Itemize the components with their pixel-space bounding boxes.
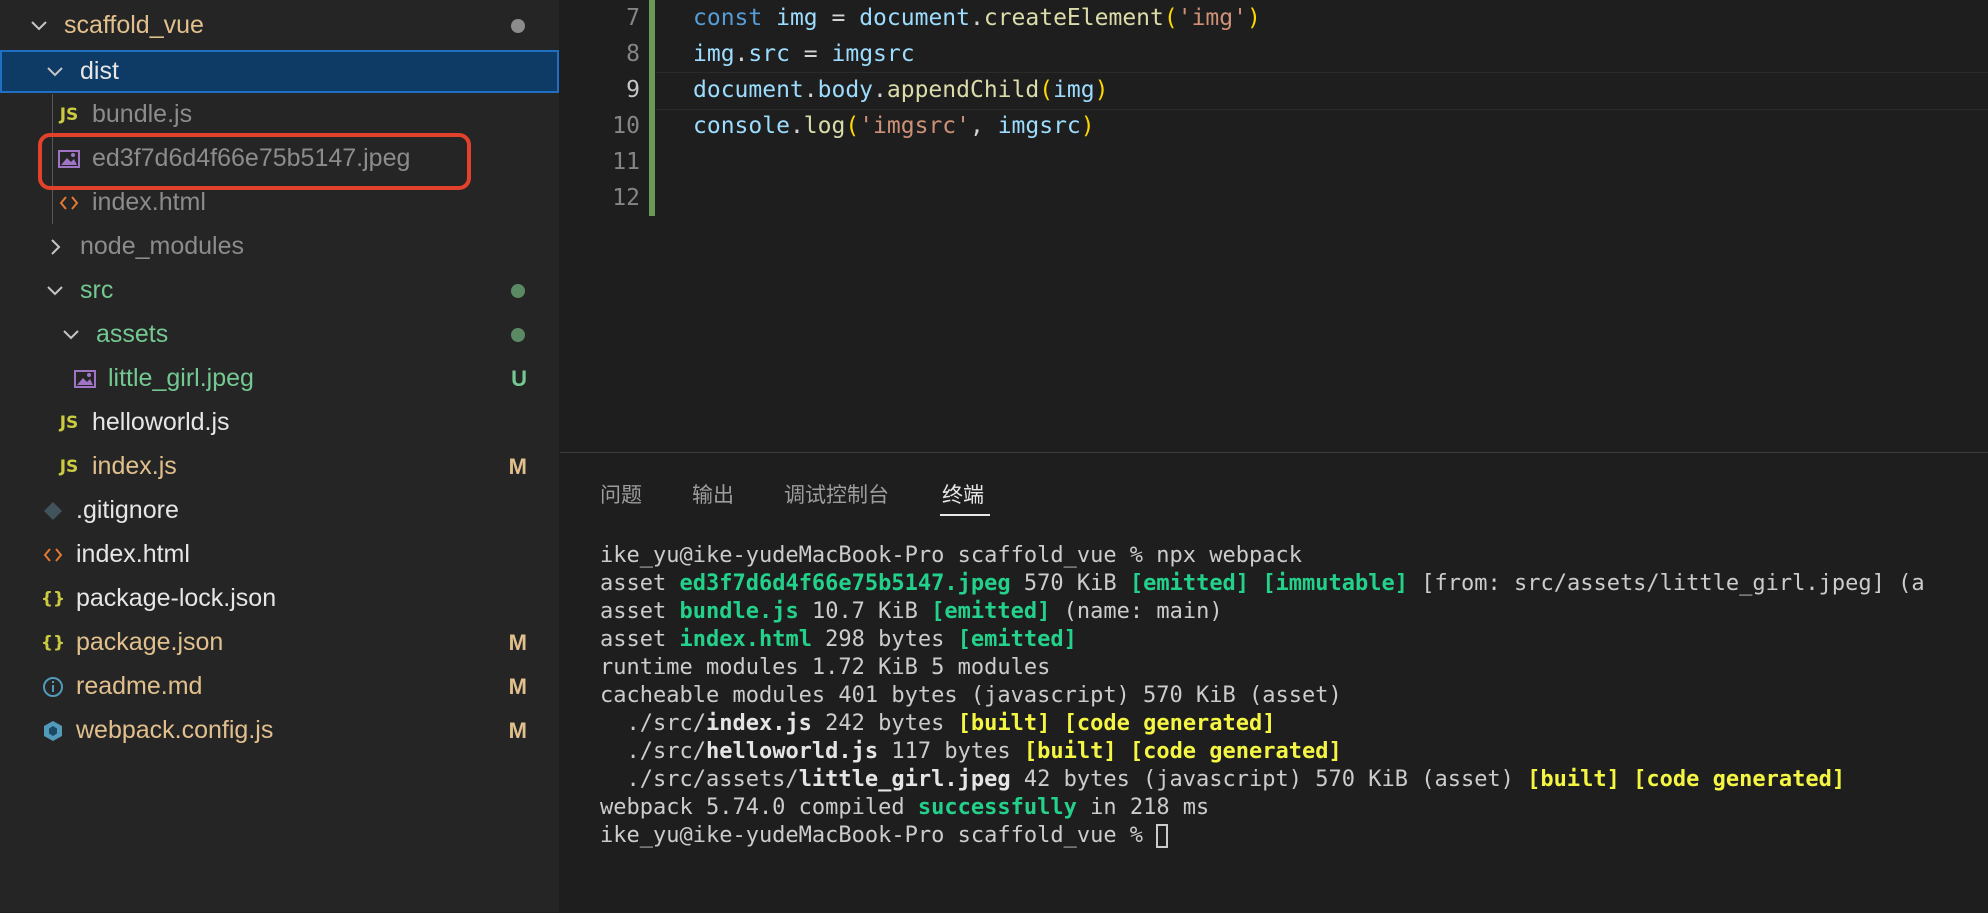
tree-item-label: webpack.config.js: [76, 716, 274, 744]
untracked-dot-icon: [511, 283, 525, 298]
code-line: 12: [560, 180, 640, 216]
js-file-icon: JS: [59, 456, 79, 477]
tree-file-index-js[interactable]: JS index.js M: [0, 445, 559, 488]
git-status-badge: M: [508, 673, 527, 699]
tab-terminal[interactable]: 终端: [942, 479, 984, 509]
tree-item-label: bundle.js: [92, 100, 193, 128]
tree-folder-node-modules[interactable]: node_modules: [0, 225, 559, 268]
code-line: 9 document.body.appendChild(img): [560, 72, 1108, 108]
terminal-line: webpack 5.74.0 compiled successfully in …: [600, 795, 1210, 820]
tab-debug-console[interactable]: 调试控制台: [784, 479, 889, 509]
tree-item-label: src: [80, 276, 114, 304]
tree-file-gitignore[interactable]: .gitignore: [0, 489, 559, 532]
tree-folder-assets[interactable]: assets: [0, 313, 559, 356]
terminal-line: asset bundle.js 10.7 KiB [emitted] (name…: [600, 599, 1223, 624]
html-file-icon: [58, 194, 80, 212]
terminal-cursor: [1156, 824, 1169, 848]
git-status-badge: M: [508, 717, 527, 743]
code-text: document.body.appendChild(img): [693, 77, 1109, 103]
git-gutter-added: [649, 0, 655, 216]
terminal-line: asset ed3f7d6d4f66e75b5147.jpeg 570 KiB …: [600, 571, 1925, 596]
code-editor[interactable]: 7 const img = document.createElement('im…: [560, 0, 1988, 452]
chevron-down-icon: [60, 324, 82, 346]
code-line: 8 img.src = imgsrc: [560, 36, 914, 72]
tree-file-index-html[interactable]: index.html: [0, 533, 559, 576]
tree-item-label: .gitignore: [76, 496, 179, 524]
json-file-icon: {}: [40, 588, 66, 609]
tree-file-bundle-js[interactable]: JS bundle.js: [0, 93, 559, 136]
code-line: 11: [560, 144, 640, 180]
code-text: console.log('imgsrc', imgsrc): [693, 113, 1095, 139]
tree-file-package-lock-json[interactable]: {} package-lock.json: [0, 577, 559, 620]
info-file-icon: [42, 676, 64, 698]
code-line: 10 console.log('imgsrc', imgsrc): [560, 108, 1094, 144]
tree-file-package-json[interactable]: {} package.json M: [0, 621, 559, 664]
code-text: img.src = imgsrc: [693, 41, 915, 67]
tree-item-label: index.html: [76, 540, 190, 568]
tab-problems[interactable]: 问题: [600, 479, 642, 509]
line-number: 8: [626, 41, 640, 67]
tree-folder-src[interactable]: src: [0, 269, 559, 312]
tree-item-label: index.html: [92, 188, 206, 216]
js-file-icon: JS: [59, 412, 79, 433]
chevron-down-icon: [28, 15, 50, 37]
terminal-line: ./src/index.js 242 bytes [built] [code g…: [600, 711, 1276, 736]
image-file-icon: [74, 369, 96, 389]
tree-item-label: package.json: [76, 628, 224, 656]
js-file-icon: JS: [59, 104, 79, 125]
tree-file-webpack-config-js[interactable]: webpack.config.js M: [0, 709, 559, 752]
chevron-down-icon: [44, 61, 66, 83]
git-file-icon: [42, 501, 64, 521]
git-status-badge: M: [508, 629, 527, 655]
json-file-icon: {}: [40, 632, 66, 653]
modified-dot-icon: [511, 18, 525, 33]
tree-item-label: scaffold_vue: [64, 11, 204, 39]
tree-item-label: dist: [80, 57, 119, 85]
line-number: 12: [612, 185, 640, 211]
tree-item-label: readme.md: [76, 672, 203, 700]
terminal-line: asset index.html 298 bytes [emitted]: [600, 627, 1077, 652]
line-number: 11: [612, 149, 640, 175]
tree-file-readme-md[interactable]: readme.md M: [0, 665, 559, 708]
untracked-dot-icon: [511, 327, 525, 342]
terminal-line: ./src/assets/little_girl.jpeg 42 bytes (…: [600, 767, 1846, 792]
tree-item-label: index.js: [92, 452, 177, 480]
git-status-badge: U: [511, 365, 527, 391]
annotation-highlight-box: [38, 133, 471, 190]
tree-folder-scaffold-vue[interactable]: scaffold_vue: [0, 4, 559, 47]
tree-item-label: assets: [96, 320, 169, 348]
explorer-sidebar: scaffold_vue dist JS bundle.js ed3f7d6d4…: [0, 0, 559, 912]
webpack-file-icon: [42, 720, 64, 742]
bottom-panel: 问题 输出 调试控制台 终端 ike_yu@ike-yudeMacBook-Pr…: [560, 452, 1988, 913]
tree-item-label: little_girl.jpeg: [108, 364, 254, 392]
tree-file-helloworld-js[interactable]: JS helloworld.js: [0, 401, 559, 444]
tree-folder-dist[interactable]: dist: [0, 50, 559, 93]
terminal-line: cacheable modules 401 bytes (javascript)…: [600, 683, 1342, 708]
html-file-icon: [42, 546, 64, 564]
line-number: 10: [612, 113, 640, 139]
active-tab-indicator: [940, 514, 990, 516]
terminal-line: ike_yu@ike-yudeMacBook-Pro scaffold_vue …: [600, 543, 1302, 568]
line-number: 7: [626, 5, 640, 31]
terminal-line: ./src/helloworld.js 117 bytes [built] [c…: [600, 739, 1342, 764]
tree-file-little-girl-jpeg[interactable]: little_girl.jpeg U: [0, 357, 559, 400]
tree-item-label: node_modules: [80, 232, 245, 260]
terminal-prompt-line: ike_yu@ike-yudeMacBook-Pro scaffold_vue …: [600, 823, 1169, 851]
terminal-line: runtime modules 1.72 KiB 5 modules: [600, 655, 1051, 680]
code-line: 7 const img = document.createElement('im…: [560, 0, 1261, 36]
git-status-badge: M: [508, 453, 527, 479]
line-number: 9: [626, 77, 640, 103]
tab-output[interactable]: 输出: [692, 479, 734, 509]
chevron-right-icon: [44, 236, 66, 258]
tree-item-label: package-lock.json: [76, 584, 277, 612]
tree-item-label: helloworld.js: [92, 408, 230, 436]
code-text: const img = document.createElement('img'…: [693, 5, 1261, 31]
chevron-down-icon: [44, 280, 66, 302]
